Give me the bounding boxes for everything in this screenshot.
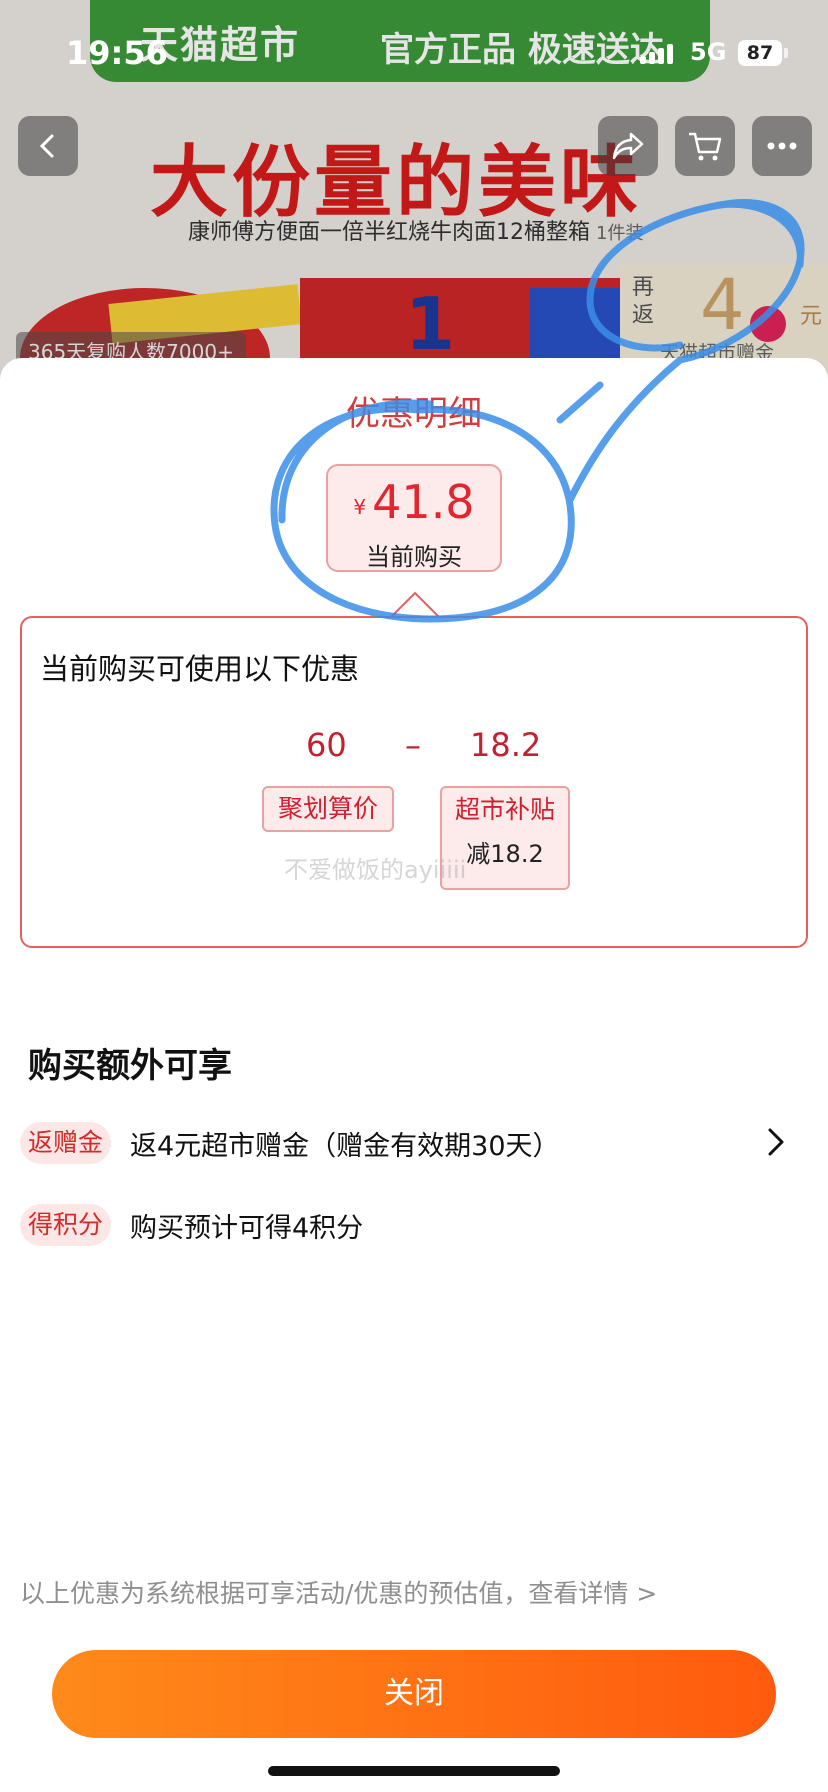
benefit-row-points: 得积分 购买预计可得4积分 (20, 1200, 808, 1250)
battery-icon: 87 (738, 40, 782, 66)
benefit-chip: 得积分 (20, 1204, 112, 1246)
current-price-card: ¥41.8 当前购买 (326, 464, 502, 572)
home-indicator (268, 1766, 560, 1776)
back-button[interactable] (18, 116, 78, 176)
share-icon (612, 132, 644, 160)
status-bar: 19:56 5G 87 (0, 0, 828, 104)
benefit-row-cashback[interactable]: 返赠金 返4元超市赠金（赠金有效期30天） (20, 1118, 808, 1168)
watermark: 不爱做饭的ayiiiii (284, 856, 467, 884)
status-time: 19:56 (66, 34, 168, 72)
chevron-right-icon[interactable] (760, 1122, 790, 1162)
discount-detail-sheet: 优惠明细 ¥41.8 当前购买 当前购买可使用以下优惠 60 – 18.2 聚划… (0, 358, 828, 1792)
current-price-label: 当前购买 (366, 543, 462, 571)
extra-benefits-title: 购买额外可享 (28, 1046, 232, 1086)
more-button[interactable] (752, 116, 812, 176)
more-icon (767, 142, 797, 150)
discount-value: 18.2 (470, 726, 542, 764)
price-amount: 41.8 (372, 475, 475, 529)
current-price: ¥41.8 (328, 476, 500, 533)
benefit-desc: 购买预计可得4积分 (130, 1213, 364, 1244)
share-button[interactable] (598, 116, 658, 176)
benefit-desc: 返4元超市赠金（赠金有效期30天） (130, 1131, 560, 1162)
signal-icon (640, 44, 673, 64)
detail-heading: 当前购买可使用以下优惠 (40, 652, 360, 686)
sheet-title: 优惠明细 (346, 394, 482, 434)
battery-tip (784, 48, 788, 58)
network-type: 5G (690, 38, 727, 66)
cart-icon (689, 132, 722, 161)
estimate-disclaimer-link[interactable]: 以上优惠为系统根据可享活动/优惠的预估值，查看详情 > (20, 1574, 657, 1610)
currency-symbol: ¥ (353, 495, 367, 519)
juhuasuan-price-tag: 聚划算价 (262, 786, 394, 832)
callout-pointer (390, 591, 440, 619)
subsidy-title: 超市补贴 (454, 795, 555, 824)
discount-detail-box: 当前购买可使用以下优惠 60 – 18.2 聚划算价 超市补贴 减18.2 不爱… (20, 616, 808, 948)
base-value: 60 (306, 726, 347, 764)
chevron-left-icon (39, 134, 54, 158)
close-button[interactable]: 关闭 (52, 1650, 776, 1738)
minus-operator: – (405, 726, 421, 764)
benefit-chip: 返赠金 (20, 1122, 112, 1164)
cart-button[interactable] (675, 116, 735, 176)
